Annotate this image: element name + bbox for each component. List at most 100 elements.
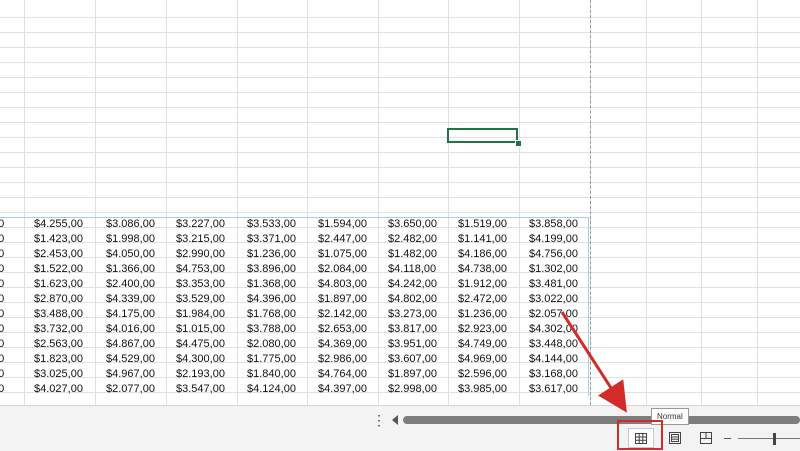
table-cell[interactable]: $3.529,00 [176,292,225,307]
table-cell[interactable]: $3.547,00 [176,382,225,397]
table-cell[interactable]: $3.168,00 [529,367,578,382]
table-cell[interactable]: $3.481,00 [529,277,578,292]
table-cell[interactable]: 00 [0,352,4,367]
table-cell[interactable]: $1.423,00 [34,232,83,247]
table-cell[interactable]: $1.998,00 [106,232,155,247]
table-cell[interactable]: $3.896,00 [247,262,296,277]
table-cell[interactable]: $3.448,00 [529,337,578,352]
table-cell[interactable]: $3.858,00 [529,217,578,232]
table-cell[interactable]: $2.990,00 [176,247,225,262]
table-cell[interactable]: $4.186,00 [458,247,507,262]
table-cell[interactable]: $3.788,00 [247,322,296,337]
table-cell[interactable]: $4.803,00 [318,277,367,292]
table-cell[interactable]: $1.366,00 [106,262,155,277]
table-cell[interactable]: 00 [0,367,4,382]
table-cell[interactable]: $3.215,00 [176,232,225,247]
table-cell[interactable]: $1.522,00 [34,262,83,277]
table-cell[interactable]: $4.255,00 [34,217,83,232]
table-cell[interactable]: $4.300,00 [176,352,225,367]
table-cell[interactable]: $4.302,00 [529,322,578,337]
zoom-slider-thumb[interactable] [773,433,776,445]
table-cell[interactable]: $3.817,00 [388,322,437,337]
table-cell[interactable]: $1.368,00 [247,277,296,292]
table-cell[interactable]: $3.371,00 [247,232,296,247]
selected-cell[interactable] [447,128,518,143]
table-cell[interactable]: $4.118,00 [388,262,436,277]
table-cell[interactable]: $2.193,00 [176,367,225,382]
table-cell[interactable]: $4.802,00 [388,292,437,307]
table-cell[interactable]: $3.732,00 [34,322,83,337]
table-cell[interactable]: $1.302,00 [529,262,578,277]
table-cell[interactable]: $4.016,00 [106,322,155,337]
table-cell[interactable]: $4.397,00 [318,382,367,397]
table-cell[interactable]: 00 [0,277,4,292]
table-cell[interactable]: $4.738,00 [458,262,507,277]
table-cell[interactable]: $4.529,00 [106,352,155,367]
table-cell[interactable]: $2.057,00 [529,307,578,322]
page-break-preview-button[interactable] [693,428,719,448]
table-cell[interactable]: $1.236,00 [458,307,507,322]
fill-handle[interactable] [515,140,522,147]
table-cell[interactable]: $1.594,00 [318,217,367,232]
table-cell[interactable]: $4.124,00 [247,382,296,397]
zoom-out-button[interactable]: – [724,431,731,444]
table-cell[interactable]: $1.075,00 [318,247,367,262]
table-cell[interactable]: $2.453,00 [34,247,83,262]
table-cell[interactable]: $2.447,00 [318,232,367,247]
table-cell[interactable]: $4.969,00 [458,352,507,367]
table-cell[interactable]: $2.596,00 [458,367,507,382]
table-cell[interactable]: 00 [0,247,4,262]
table-cell[interactable]: $3.650,00 [388,217,437,232]
table-cell[interactable]: $4.175,00 [106,307,155,322]
table-cell[interactable]: $4.967,00 [106,367,155,382]
table-cell[interactable]: $4.756,00 [529,247,578,262]
table-cell[interactable]: $2.142,00 [318,307,367,322]
table-cell[interactable]: $1.768,00 [247,307,296,322]
horizontal-scrollbar-thumb[interactable] [403,416,800,424]
table-cell[interactable]: $1.015,00 [176,322,225,337]
table-cell[interactable]: $4.396,00 [247,292,296,307]
table-cell[interactable]: $3.227,00 [176,217,225,232]
table-cell[interactable]: $4.144,00 [529,352,578,367]
table-cell[interactable]: $3.607,00 [388,352,437,367]
table-cell[interactable]: $2.923,00 [458,322,507,337]
table-cell[interactable]: $2.986,00 [318,352,367,367]
table-cell[interactable]: 00 [0,217,4,232]
table-cell[interactable]: $2.998,00 [388,382,437,397]
table-cell[interactable]: $4.764,00 [318,367,367,382]
table-cell[interactable]: $1.623,00 [34,277,83,292]
table-cell[interactable]: $4.867,00 [106,337,155,352]
table-cell[interactable]: 00 [0,337,4,352]
table-cell[interactable]: $3.951,00 [388,337,437,352]
table-cell[interactable]: $4.749,00 [458,337,507,352]
table-cell[interactable]: $4.050,00 [106,247,155,262]
table-cell[interactable]: 00 [0,322,4,337]
table-cell[interactable]: $3.273,00 [388,307,437,322]
table-cell[interactable]: $1.984,00 [176,307,225,322]
table-cell[interactable]: 00 [0,262,4,277]
table-cell[interactable]: $3.985,00 [458,382,507,397]
table-cell[interactable]: $2.077,00 [106,382,155,397]
table-cell[interactable]: $3.025,00 [34,367,83,382]
table-cell[interactable]: 00 [0,292,4,307]
table-cell[interactable]: $2.400,00 [106,277,155,292]
table-cell[interactable]: $2.870,00 [34,292,83,307]
table-cell[interactable]: $4.369,00 [318,337,367,352]
table-cell[interactable]: $3.353,00 [176,277,225,292]
table-cell[interactable]: $1.482,00 [388,247,437,262]
table-cell[interactable]: $3.488,00 [34,307,83,322]
table-cell[interactable]: $3.617,00 [529,382,578,397]
table-cell[interactable]: $3.086,00 [106,217,155,232]
table-cell[interactable]: 00 [0,382,4,397]
table-cell[interactable]: 00 [0,232,4,247]
table-cell[interactable]: $1.897,00 [318,292,367,307]
table-cell[interactable]: $3.022,00 [529,292,578,307]
zoom-slider-track[interactable] [738,438,800,439]
table-cell[interactable]: 00 [0,307,4,322]
table-cell[interactable]: $1.897,00 [388,367,437,382]
table-cell[interactable]: $4.242,00 [388,277,437,292]
table-cell[interactable]: $1.519,00 [458,217,507,232]
table-cell[interactable]: $2.563,00 [34,337,83,352]
table-cell[interactable]: $2.482,00 [388,232,437,247]
sheet-options-menu-button[interactable]: ⋮ [372,413,386,427]
